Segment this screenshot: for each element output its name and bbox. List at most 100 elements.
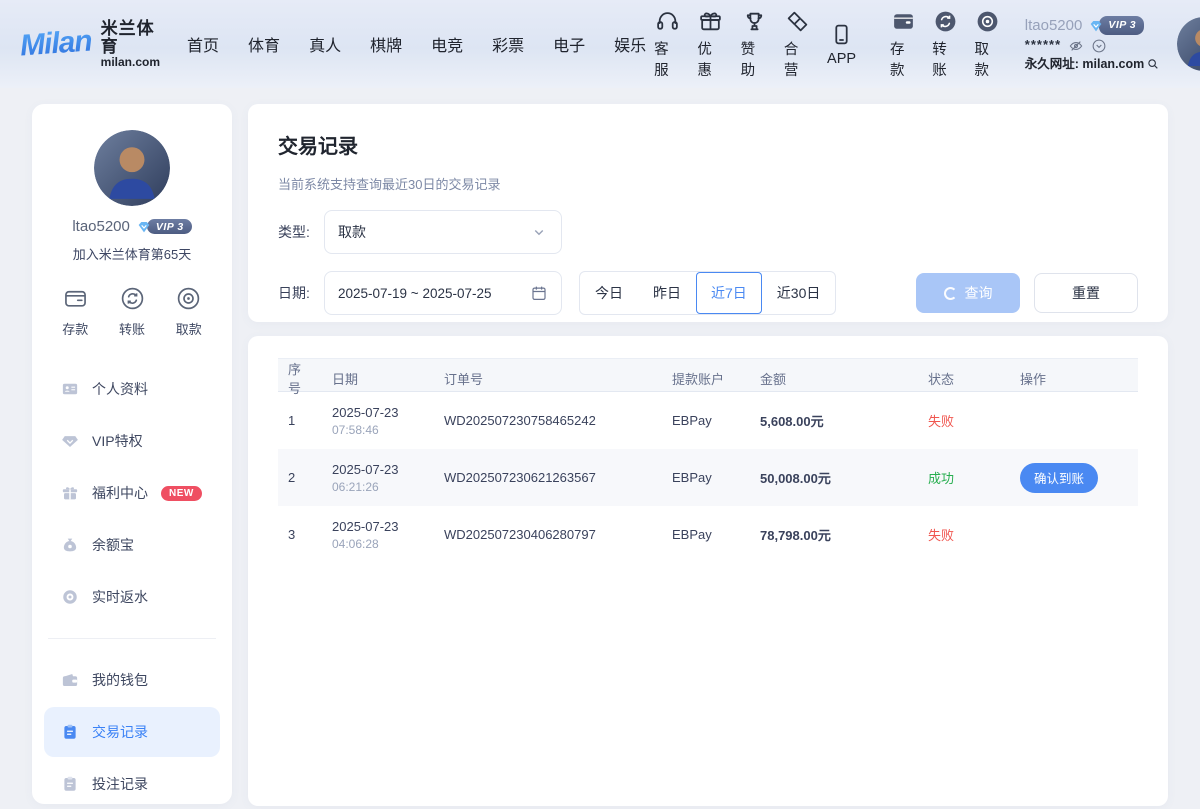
vip-badge[interactable]: VIP 3 [1088,16,1144,34]
sidebar-withdraw-label: 取款 [176,319,202,338]
sidebar-avatar[interactable] [94,130,170,206]
table-row: 2 2025-07-23 06:21:26 WD2025072306212635… [278,449,1138,506]
cell-amount: 50,008.00元 [750,468,918,487]
sidebar-deposit-label: 存款 [62,319,88,338]
query-button[interactable]: 查询 [916,273,1020,313]
sidebar-item-transactions[interactable]: 交易记录 [44,707,220,757]
confirm-received-button[interactable]: 确认到账 [1020,463,1098,493]
cell-date: 2025-07-23 04:06:28 [322,519,434,551]
date-range-input[interactable]: 2025-07-19 ~ 2025-07-25 [324,271,562,315]
brand-logo-text: 米兰体育 milan.com [101,20,160,68]
reset-button[interactable]: 重置 [1034,273,1138,313]
range-30days[interactable]: 近30日 [762,272,836,314]
yuebao-icon [61,536,79,554]
status-badge: 成功 [928,471,954,486]
nav-link-slots[interactable]: 电子 [553,32,585,56]
transfer-button[interactable]: 转账 [932,9,958,80]
status-badge: 失败 [928,414,954,429]
nav-link-esports[interactable]: 电竞 [431,32,463,56]
query-button-label: 查询 [965,283,993,303]
withdraw-icon [975,9,1000,34]
cell-no: 1 [278,413,322,428]
nav-link-home[interactable]: 首页 [187,32,219,56]
nav-link-entertainment[interactable]: 娱乐 [614,32,646,56]
bets-icon [61,775,79,793]
sidebar-transfer-button[interactable]: 转账 [119,285,146,338]
sidebar-item-benefits[interactable]: 福利中心 NEW [44,468,220,518]
filter-card: 交易记录 当前系统支持查询最近30日的交易记录 类型: 取款 日期: 2025-… [248,104,1168,322]
main-nav: 首页 体育 真人 棋牌 电竞 彩票 电子 娱乐 [187,32,646,56]
phone-icon [829,22,854,47]
range-yesterday[interactable]: 昨日 [638,272,696,314]
sponsor-label: 赞助 [741,38,768,80]
cell-order-no: WD202507230406280797 [434,527,662,542]
transfer-label: 转账 [932,38,958,80]
status-badge: 失败 [928,528,954,543]
sidebar-item-my-wallet[interactable]: 我的钱包 [44,655,220,705]
service-label: 客服 [654,38,681,80]
partner-icon [785,9,810,34]
type-select-value: 取款 [338,222,366,242]
table-header: 序号 日期 订单号 提款账户 金额 状态 操作 [278,358,1138,392]
sidebar-item-vip[interactable]: VIP特权 [44,416,220,466]
range-7days[interactable]: 近7日 [696,272,762,314]
transfer-icon [933,9,958,34]
app-label: APP [827,51,856,67]
cell-status: 失败 [918,525,1010,544]
col-header-date: 日期 [322,369,434,388]
sponsor-button[interactable]: 赞助 [741,9,768,80]
sidebar-item-profile[interactable]: 个人资料 [44,364,220,414]
magnifier-icon[interactable] [1146,57,1160,71]
rebate-icon [61,588,79,606]
cell-order-no: WD202507230758465242 [434,413,662,428]
range-today[interactable]: 今日 [580,272,638,314]
sidebar-deposit-button[interactable]: 存款 [62,285,89,338]
avatar[interactable] [1177,17,1200,71]
wallet-group: 存款 转账 [882,9,1009,80]
page-subtitle: 当前系统支持查询最近30日的交易记录 [278,174,1138,193]
sidebar-item-rebate[interactable]: 实时返水 [44,572,220,622]
col-header-action: 操作 [1010,369,1138,388]
withdraw-label: 取款 [975,38,1001,80]
brand-logo[interactable]: Milan 米兰体育 milan.com [20,20,160,68]
deposit-button[interactable]: 存款 [890,9,916,80]
withdraw-outline-icon [175,285,202,312]
cell-amount: 5,608.00元 [750,411,918,430]
username[interactable]: ltao5200 [1025,15,1083,37]
calendar-icon [530,284,548,302]
cell-no: 2 [278,470,322,485]
app-button[interactable]: APP [827,22,856,67]
nav-link-live[interactable]: 真人 [309,32,341,56]
transactions-table-card: 序号 日期 订单号 提款账户 金额 状态 操作 1 2025-07-23 07:… [248,336,1168,806]
deposit-icon [891,9,916,34]
sidebar-item-label: 个人资料 [92,379,148,399]
sidebar-vip-badge[interactable]: VIP 3 [136,219,192,235]
vip-icon [61,432,79,450]
nav-link-board[interactable]: 棋牌 [370,32,402,56]
type-select[interactable]: 取款 [324,210,562,254]
sidebar-vip-label: VIP 3 [147,219,192,234]
navbar-right: 客服 优惠 赞助 [646,9,1200,80]
sidebar-item-label: 福利中心 [92,483,148,503]
gift-icon [698,9,723,34]
sidebar-item-label: 实时返水 [92,587,148,607]
nav-link-sports[interactable]: 体育 [248,32,280,56]
partner-button[interactable]: 合营 [784,9,811,80]
sidebar-item-yuebao[interactable]: 余额宝 [44,520,220,570]
col-header-status: 状态 [918,369,1010,388]
eye-slash-icon[interactable] [1068,38,1084,54]
deposit-label: 存款 [890,38,916,80]
service-button[interactable]: 客服 [654,9,681,80]
promo-button[interactable]: 优惠 [697,9,724,80]
sidebar-username: ltao5200 [72,218,130,235]
cell-status: 失败 [918,411,1010,430]
sidebar-withdraw-button[interactable]: 取款 [175,285,202,338]
withdraw-button[interactable]: 取款 [975,9,1001,80]
vip-diamond-icon [1088,18,1104,34]
sidebar: ltao5200 VIP 3 加入米兰体育第65天 存款 [32,104,232,804]
nav-link-lottery[interactable]: 彩票 [492,32,524,56]
table-row: 3 2025-07-23 04:06:28 WD2025072304062807… [278,506,1138,563]
chevron-down-circle-icon[interactable] [1091,38,1107,54]
sidebar-item-bets[interactable]: 投注记录 [44,759,220,809]
col-header-order: 订单号 [434,369,662,388]
